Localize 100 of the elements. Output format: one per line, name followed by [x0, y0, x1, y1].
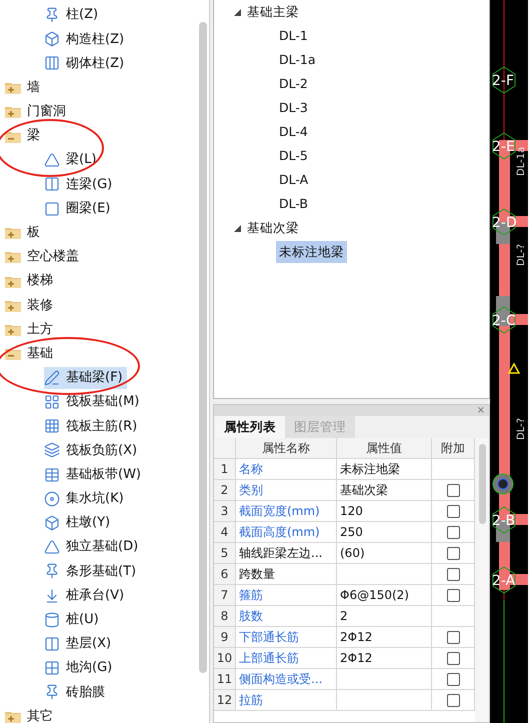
collapse-triangle-icon[interactable] [234, 224, 241, 232]
tree-item[interactable]: 连梁(G) [44, 173, 116, 196]
tree-folder[interactable]: 梁 [5, 126, 40, 146]
tree-item[interactable]: 砖胎膜 [44, 681, 109, 704]
tree-folder[interactable]: 板 [5, 223, 40, 243]
tree-folder[interactable]: 装修 [5, 296, 53, 316]
checkbox[interactable] [446, 672, 460, 686]
pin-icon [44, 7, 60, 24]
checkbox[interactable] [446, 588, 460, 602]
triangle-icon [44, 539, 60, 556]
grid-icon [44, 660, 60, 676]
property-name: 下部通长筋 [236, 627, 337, 647]
property-name: 侧面构造或受... [236, 669, 337, 689]
block-icon [44, 515, 60, 532]
folder-icon [5, 347, 21, 360]
property-value[interactable]: Φ6@150(2) [340, 586, 409, 604]
tree-item[interactable]: DL-A [276, 168, 312, 192]
tree-item[interactable]: 筏板负筋(X) [44, 439, 142, 462]
checkbox[interactable] [446, 652, 460, 664]
property-value[interactable]: 基础次梁 [340, 481, 388, 499]
tree-item[interactable]: DL-4 [276, 120, 311, 144]
property-value[interactable]: 2Φ12 [340, 628, 372, 646]
row-number: 12 [214, 690, 236, 710]
tree-item[interactable]: 桩承台(V) [44, 584, 128, 607]
tree-item[interactable]: DL-1a [276, 48, 318, 72]
pencil-icon [44, 370, 60, 386]
folder-icon [5, 274, 21, 288]
tree-item[interactable]: 筏板基础(M) [44, 391, 144, 414]
checkbox[interactable] [446, 568, 460, 580]
property-name: 肢数 [236, 606, 337, 626]
folder-icon [5, 226, 21, 240]
property-value[interactable]: 250 [340, 523, 363, 541]
tree-folder[interactable]: 空心楼盖 [5, 247, 79, 267]
row-number: 6 [214, 564, 236, 584]
tree-item[interactable]: 砌体柱(Z) [44, 52, 128, 74]
tree-item[interactable]: DL-5 [276, 144, 311, 168]
tree-item[interactable]: 柱墩(Y) [44, 512, 114, 534]
property-name: 拉筋 [236, 690, 337, 710]
tree-item[interactable]: DL-B [276, 192, 312, 216]
checkbox[interactable] [446, 546, 460, 560]
grid-icon [44, 418, 60, 434]
tree-item[interactable]: DL-3 [276, 96, 311, 120]
property-name: 名称 [236, 459, 337, 479]
checkbox[interactable] [446, 526, 460, 538]
tree-folder[interactable]: 门窗洞 [5, 102, 66, 122]
property-name: 类别 [236, 480, 337, 500]
folder-icon [5, 130, 21, 143]
tree-item[interactable]: 筏板主筋(R) [44, 415, 142, 438]
property-value[interactable]: 2Φ12 [340, 649, 372, 667]
tree-item[interactable]: 柱(Z) [44, 4, 102, 26]
scrollbar[interactable] [199, 22, 207, 673]
property-value[interactable]: 2 [340, 607, 348, 625]
tree-item[interactable]: 构造柱(Z) [44, 28, 128, 50]
property-name: 箍筋 [236, 585, 337, 605]
row-number: 11 [214, 669, 236, 689]
column-header: 属性值 [337, 438, 432, 458]
checkbox[interactable] [446, 504, 460, 518]
folder-icon [5, 105, 21, 118]
tree-item[interactable]: 梁(L) [44, 149, 100, 172]
pin-icon [44, 563, 60, 580]
property-name: 上部通长筋 [236, 648, 337, 668]
tree-item[interactable]: 条形基础(T) [44, 560, 140, 582]
checkbox[interactable] [446, 694, 460, 706]
checkbox[interactable] [446, 484, 460, 496]
folder-icon [5, 298, 21, 312]
row-number: 9 [214, 627, 236, 647]
checkbox[interactable] [446, 630, 460, 644]
scrollbar[interactable] [478, 444, 486, 524]
tree-item[interactable]: 圈梁(E) [44, 198, 114, 220]
block-icon [44, 31, 60, 48]
tree-item[interactable]: 基础板带(W) [44, 464, 145, 486]
tree-item[interactable]: DL-2 [276, 72, 311, 96]
row-number: 1 [214, 459, 236, 479]
property-name: 截面高度(mm) [236, 522, 337, 542]
tree-item[interactable]: DL-1 [276, 24, 311, 48]
property-name: 截面宽度(mm) [236, 501, 337, 521]
tree-item[interactable]: 未标注地梁 [276, 240, 347, 264]
tree-item[interactable]: 地沟(G) [44, 657, 116, 680]
tree-folder[interactable]: 土方 [5, 320, 53, 340]
folder-icon [5, 710, 21, 723]
property-value[interactable]: (60) [340, 544, 365, 562]
frame-icon [44, 176, 60, 192]
row-number: 5 [214, 543, 236, 563]
tree-folder[interactable]: 基础 [5, 344, 53, 364]
tree-folder[interactable]: 其它 [5, 706, 53, 723]
property-value[interactable]: 120 [340, 502, 363, 520]
tree-folder[interactable]: 楼梯 [5, 271, 53, 291]
tree-item[interactable]: 桩(U) [44, 608, 103, 631]
tree-folder[interactable]: 墙 [5, 78, 40, 98]
tree-item[interactable]: 独立基础(D) [44, 536, 142, 558]
row-number: 4 [214, 522, 236, 542]
column-header: 属性名称 [236, 438, 337, 458]
tree-item[interactable]: 集水坑(K) [44, 488, 128, 510]
tree-item[interactable]: 基础梁(F) [44, 366, 127, 389]
tab[interactable]: 属性列表 [215, 416, 285, 438]
collapse-triangle-icon[interactable] [234, 8, 241, 16]
tree-item[interactable]: 垫层(X) [44, 632, 116, 655]
tree-group[interactable]: 基础次梁 [234, 216, 299, 240]
property-value[interactable]: 未标注地梁 [340, 460, 400, 478]
tree-group[interactable]: 基础主梁 [234, 0, 299, 24]
